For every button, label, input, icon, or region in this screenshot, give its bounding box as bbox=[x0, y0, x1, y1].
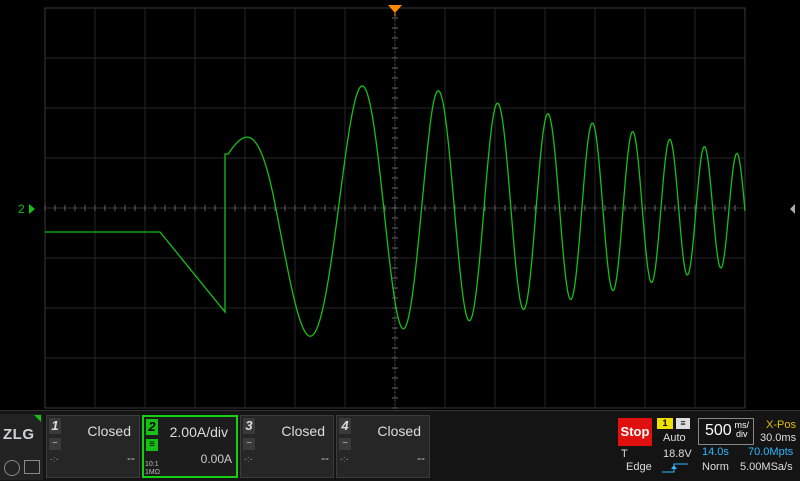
screenshot-icon[interactable] bbox=[24, 460, 40, 474]
channel-1-minus-icon: − bbox=[49, 438, 61, 450]
trigger-coupling-icon: ≡ bbox=[676, 418, 690, 429]
xpos-label: X-Pos bbox=[766, 419, 796, 431]
search-icon[interactable] bbox=[4, 460, 20, 476]
channel-1-coupling: -:- bbox=[50, 454, 59, 464]
trigger-type[interactable]: Edge bbox=[626, 461, 652, 473]
brand-logo: ZLG bbox=[0, 414, 43, 480]
channel-1-offset: -- bbox=[127, 451, 135, 465]
waveform-display[interactable]: 2 bbox=[0, 0, 800, 410]
channel-3-number: 3 bbox=[243, 418, 255, 434]
trigger-mode[interactable]: Auto bbox=[663, 432, 686, 444]
timebase-scale[interactable]: 500 ms/div bbox=[698, 418, 754, 445]
channel-4-minus-icon: − bbox=[339, 438, 351, 450]
memory-depth: 70.0Mpts bbox=[748, 446, 794, 458]
channel-4-state: Closed bbox=[377, 423, 421, 439]
channel-4-panel[interactable]: 4 − Closed -:- -- bbox=[336, 415, 430, 478]
timebase-unit: ms/div bbox=[734, 420, 750, 439]
channel-2-probe: 10:1 1MΩ bbox=[145, 461, 160, 476]
channel-1-panel[interactable]: 1 − Closed -:- -- bbox=[46, 415, 140, 478]
channel-2-scale: 2.00A/div bbox=[169, 424, 228, 440]
channel-1-state: Closed bbox=[87, 423, 131, 439]
xpos-value[interactable]: 30.0ms bbox=[760, 432, 796, 444]
channel-4-coupling: -:- bbox=[340, 454, 349, 464]
channel-4-offset: -- bbox=[417, 451, 425, 465]
channel-2-panel[interactable]: 2 ≡ 2.00A/div 10:1 1MΩ 0.00A bbox=[142, 415, 238, 478]
trigger-level[interactable]: 18.8V bbox=[663, 448, 692, 460]
channel-4-number: 4 bbox=[339, 418, 351, 434]
trigger-level-label: T bbox=[621, 448, 628, 460]
acquisition-time: 14.0s bbox=[702, 446, 729, 458]
channel-3-panel[interactable]: 3 − Closed -:- -- bbox=[240, 415, 334, 478]
rising-edge-icon bbox=[662, 463, 688, 473]
channel-1-number: 1 bbox=[49, 418, 61, 434]
logo-text: ZLG bbox=[3, 426, 35, 443]
channel-3-minus-icon: − bbox=[243, 438, 255, 450]
run-stop-button[interactable]: Stop bbox=[618, 418, 652, 446]
channel-3-state: Closed bbox=[281, 423, 325, 439]
sample-rate: 5.00MSa/s bbox=[740, 461, 793, 473]
channel-3-offset: -- bbox=[321, 451, 329, 465]
trigger-source[interactable]: 1 bbox=[657, 418, 673, 429]
channel-2-number: 2 bbox=[146, 419, 158, 435]
timebase-value: 500 bbox=[705, 422, 732, 439]
corner-indicator-icon bbox=[34, 415, 41, 422]
channel-2-ground-marker[interactable]: 2 bbox=[18, 202, 25, 216]
channel-2-offset: 0.00A bbox=[200, 452, 232, 466]
channel-3-coupling: -:- bbox=[244, 454, 253, 464]
acquisition-mode[interactable]: Norm bbox=[702, 461, 729, 473]
channel-2-dc-icon: ≡ bbox=[146, 439, 158, 451]
